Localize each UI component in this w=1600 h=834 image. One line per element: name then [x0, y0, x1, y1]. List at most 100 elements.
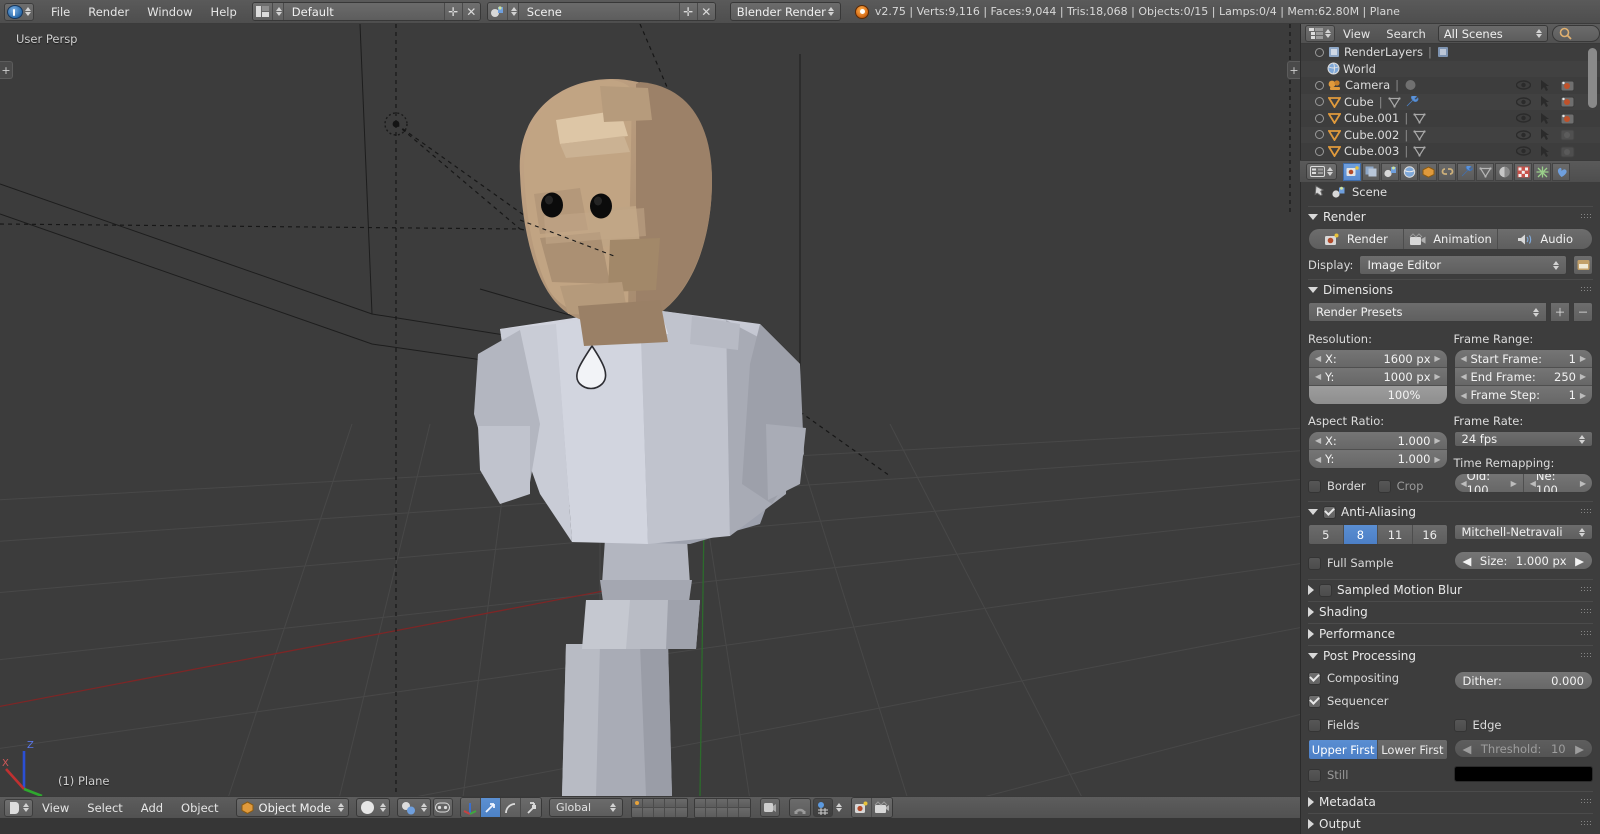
- layer-cell[interactable]: [716, 807, 728, 817]
- outliner-row-cube-002[interactable]: Cube.002 |: [1301, 126, 1600, 143]
- viewport-menu-object[interactable]: Object: [172, 799, 227, 817]
- aa-filter-select[interactable]: Mitchell-Netravali: [1453, 524, 1593, 540]
- manipulator-mode-group[interactable]: [459, 797, 542, 818]
- right-arrow-icon[interactable]: ▶: [1434, 354, 1440, 363]
- layer-cell[interactable]: [675, 798, 687, 808]
- frame-rate-select[interactable]: 24 fps: [1453, 431, 1593, 447]
- menu-item-render[interactable]: Render: [79, 3, 138, 21]
- expand-disc-icon[interactable]: [1315, 146, 1324, 156]
- snap-spinner-icon[interactable]: [835, 803, 842, 812]
- layer-cell[interactable]: [705, 807, 717, 817]
- panel-grip-dots[interactable]: [1580, 820, 1591, 827]
- layer-cell[interactable]: [631, 807, 643, 817]
- tab-object[interactable]: [1419, 162, 1437, 181]
- render-buttons-group[interactable]: Render Animation Audio: [1308, 228, 1593, 250]
- fields-checkbox[interactable]: [1308, 718, 1321, 732]
- edge-checkbox[interactable]: [1453, 718, 1467, 732]
- renderability-camera-icon[interactable]: [1556, 145, 1578, 158]
- layer-block-secondary[interactable]: [693, 797, 751, 818]
- transform-orientation-selector[interactable]: Global: [548, 798, 623, 817]
- outliner-row-toggles[interactable]: [1512, 112, 1578, 125]
- display-mode-image-button[interactable]: [1573, 255, 1593, 275]
- outliner-search-input[interactable]: [1551, 25, 1600, 42]
- right-arrow-icon[interactable]: ▶: [1580, 391, 1586, 400]
- right-arrow-icon[interactable]: ▶: [1511, 479, 1517, 488]
- add-preset-button[interactable]: ＋: [1550, 302, 1570, 322]
- right-arrow-icon[interactable]: ▶: [1434, 455, 1440, 464]
- viewport-menu-select[interactable]: Select: [78, 799, 131, 817]
- delete-screen-layout-button[interactable]: ✕: [461, 3, 480, 20]
- panel-header-performance[interactable]: Performance: [1308, 623, 1593, 641]
- crop-checkbox[interactable]: [1377, 479, 1391, 493]
- resolution-stack[interactable]: ◀ X: 1600 px ▶ ◀ Y: 1000 px ▶ 100%: [1308, 349, 1448, 405]
- renderability-camera-icon[interactable]: [1556, 79, 1578, 92]
- border-toggle[interactable]: Border: [1308, 479, 1366, 493]
- properties-region-expand-button[interactable]: +: [1287, 61, 1300, 79]
- left-arrow-icon[interactable]: ◀: [1315, 354, 1321, 363]
- scene-spinner-icon[interactable]: [507, 3, 519, 20]
- screen-layout-selector[interactable]: Default ✛ ✕: [251, 2, 481, 21]
- new-screen-layout-button[interactable]: ✛: [443, 3, 462, 20]
- panel-header-render[interactable]: Render: [1308, 206, 1593, 224]
- panel-grip-dots[interactable]: [1580, 798, 1591, 805]
- menu-item-help[interactable]: Help: [202, 3, 246, 21]
- layer-cell[interactable]: [727, 807, 739, 817]
- layer-cell[interactable]: [694, 807, 706, 817]
- outliner-scrollbar[interactable]: [1588, 48, 1597, 108]
- translate-arrow-button[interactable]: [480, 798, 501, 817]
- viewport-shading-selector[interactable]: [355, 798, 390, 817]
- time-remapping-row[interactable]: ◀ Old: 100 ▶ ◀ Ne: 100 ▶: [1453, 473, 1593, 493]
- crop-toggle[interactable]: Crop: [1377, 479, 1423, 493]
- outliner-tree[interactable]: RenderLayers | World Camera | Cube | Cub…: [1301, 44, 1600, 160]
- left-arrow-icon[interactable]: ◀: [1463, 554, 1472, 568]
- outliner-row-cube-001[interactable]: Cube.001 |: [1301, 110, 1600, 127]
- render-presets-select[interactable]: Render Presets: [1308, 302, 1547, 322]
- left-arrow-icon[interactable]: ◀: [1461, 372, 1467, 381]
- menu-item-window[interactable]: Window: [138, 3, 201, 21]
- delete-scene-button[interactable]: ✕: [696, 3, 715, 20]
- tab-texture[interactable]: [1514, 162, 1532, 181]
- render-image-button[interactable]: Render: [1309, 229, 1404, 249]
- border-checkbox[interactable]: [1308, 479, 1321, 493]
- tab-object-data[interactable]: [1476, 162, 1494, 181]
- render-animation-button[interactable]: Animation: [1403, 229, 1499, 249]
- toolshelf-expand-button[interactable]: +: [0, 61, 13, 79]
- panel-grip-dots[interactable]: [1580, 286, 1591, 293]
- full-sample-checkbox[interactable]: [1308, 556, 1321, 570]
- pin-icon[interactable]: [1312, 185, 1326, 199]
- compositing-toggle[interactable]: Compositing: [1308, 671, 1448, 685]
- sequencer-toggle[interactable]: Sequencer: [1308, 694, 1448, 708]
- right-arrow-icon[interactable]: ▶: [1575, 742, 1584, 756]
- display-mode-select[interactable]: Image Editor: [1359, 255, 1567, 275]
- outliner-editor[interactable]: View Search All Scenes RenderLayers | Wo…: [1300, 24, 1600, 160]
- visibility-eye-icon[interactable]: [1512, 146, 1534, 156]
- tab-physics[interactable]: [1552, 162, 1570, 181]
- snap-element-button[interactable]: [812, 798, 833, 817]
- aa-samples-group[interactable]: 5 8 11 16: [1308, 524, 1448, 545]
- right-arrow-icon[interactable]: ▶: [1580, 479, 1586, 488]
- layer-cell[interactable]: [694, 798, 706, 808]
- remap-new-field[interactable]: ◀ Ne: 100 ▶: [1523, 474, 1592, 492]
- panel-grip-dots[interactable]: [1580, 652, 1591, 659]
- right-arrow-icon[interactable]: ▶: [1580, 354, 1586, 363]
- panel-header-metadata[interactable]: Metadata: [1308, 791, 1593, 809]
- edge-color-swatch[interactable]: [1453, 766, 1593, 782]
- start-frame-field[interactable]: ◀ Start Frame: 1 ▶: [1454, 350, 1592, 368]
- layer-cell[interactable]: [738, 798, 750, 808]
- outliner-row-toggles[interactable]: [1512, 145, 1578, 158]
- menu-item-file[interactable]: File: [42, 3, 79, 21]
- left-arrow-icon[interactable]: ◀: [1315, 455, 1321, 464]
- properties-editor[interactable]: Scene Render Render Animation Audio Disp…: [1300, 182, 1600, 834]
- layer-cell[interactable]: [738, 807, 750, 817]
- antialiasing-checkbox[interactable]: [1323, 505, 1336, 519]
- resolution-x-field[interactable]: ◀ X: 1600 px ▶: [1309, 350, 1447, 368]
- selectability-cursor-icon[interactable]: [1534, 128, 1556, 141]
- tab-world[interactable]: [1400, 162, 1418, 181]
- expand-disc-icon[interactable]: [1315, 47, 1324, 57]
- layer-cell[interactable]: [653, 798, 665, 808]
- properties-editor-type-selector[interactable]: [1306, 163, 1337, 180]
- still-checkbox[interactable]: [1308, 768, 1321, 782]
- outliner-row-toggles[interactable]: [1512, 79, 1578, 92]
- viewport-menu-add[interactable]: Add: [132, 799, 172, 817]
- visibility-eye-icon[interactable]: [1512, 80, 1534, 90]
